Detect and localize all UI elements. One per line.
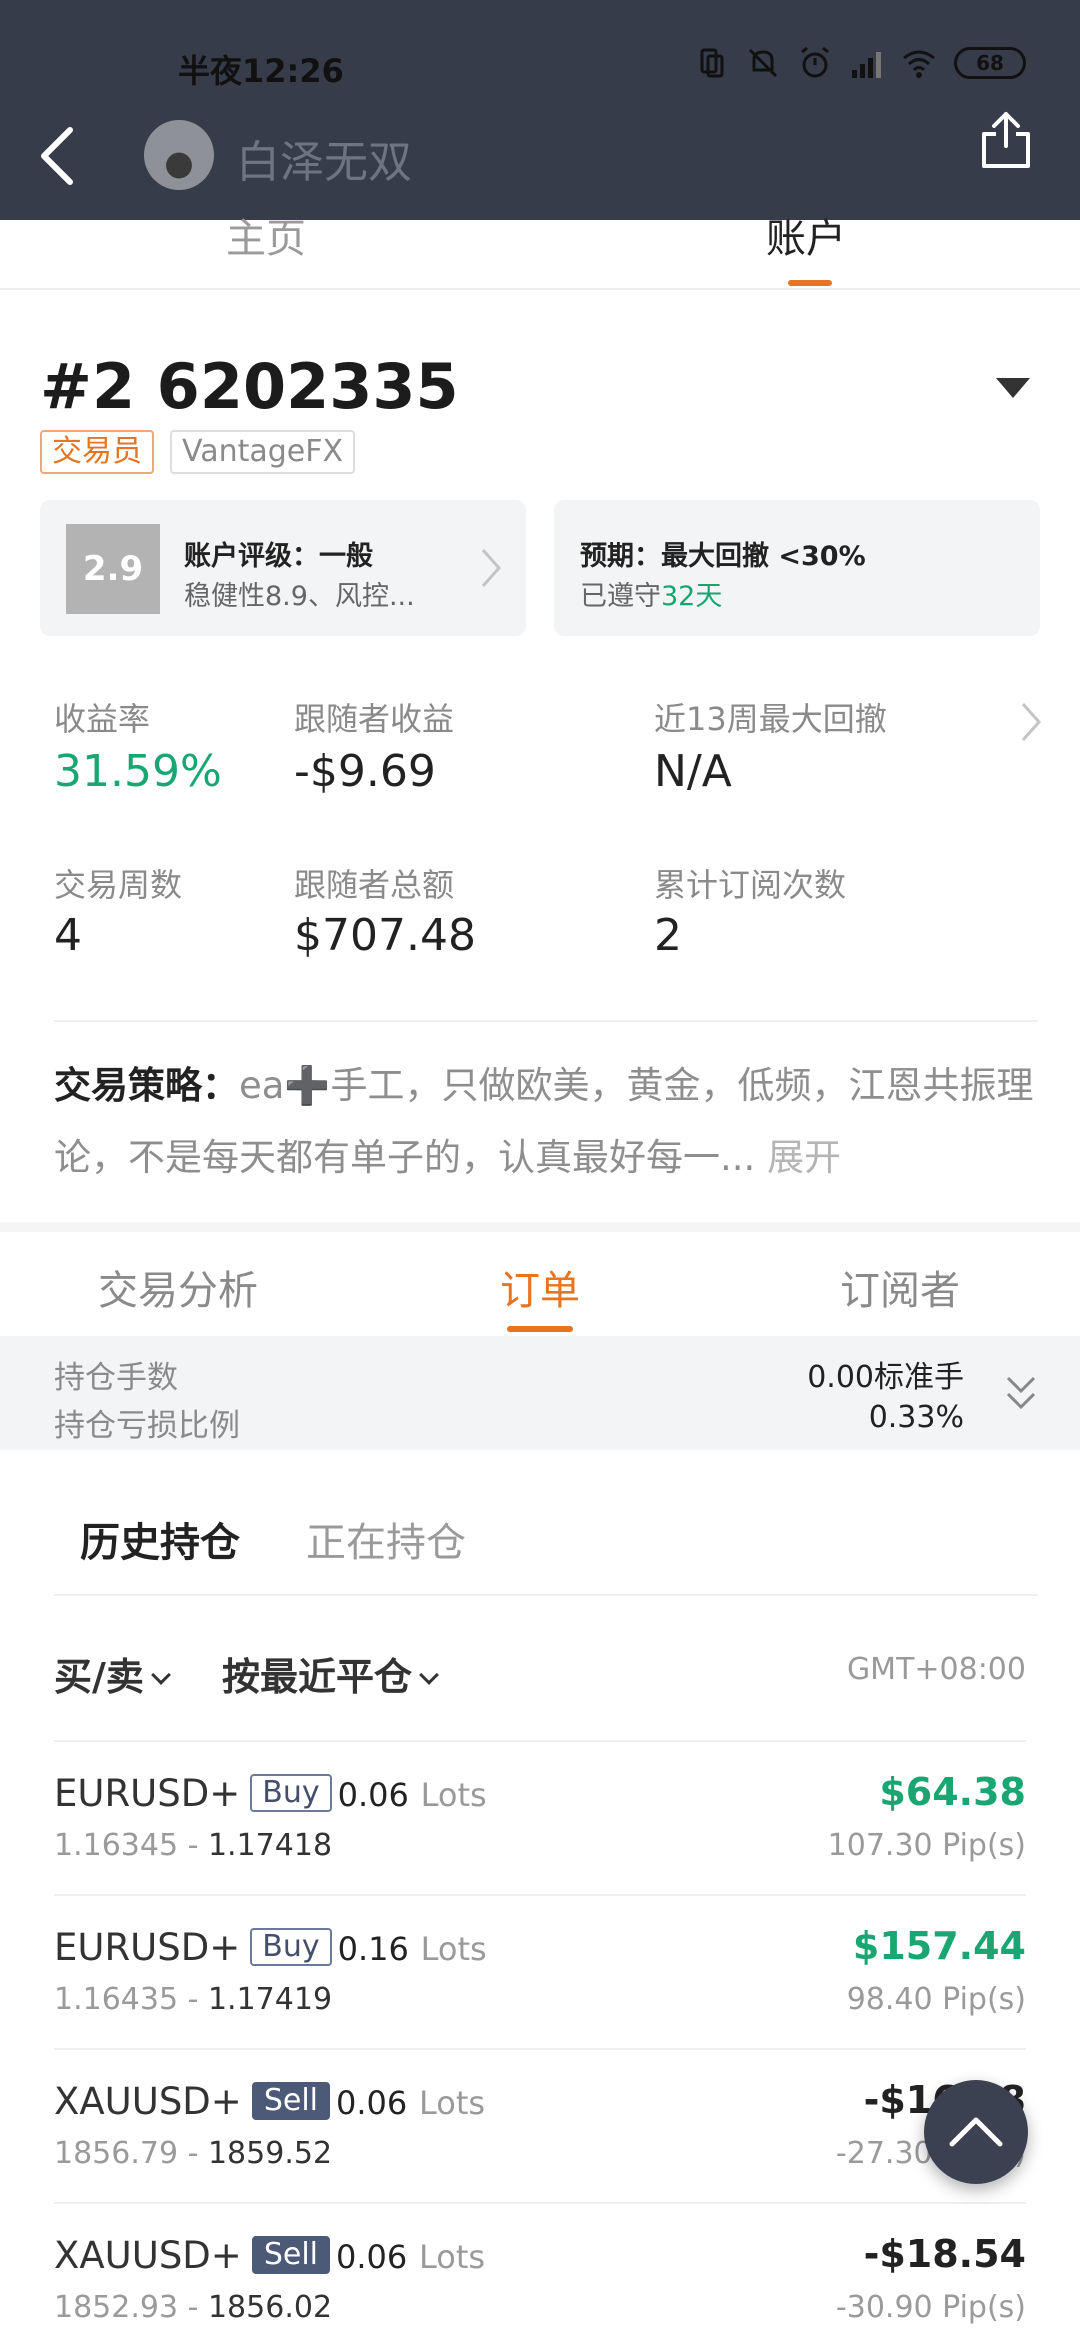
side-badge: Buy <box>250 1774 332 1812</box>
rating-score: 2.9 <box>66 524 160 614</box>
section-gap <box>0 1222 1080 1232</box>
order-symbol: XAUUSD+ <box>54 2234 242 2277</box>
tab-subscribers[interactable]: 订阅者 <box>840 1258 960 1316</box>
order-pips: 107.30 Pip(s) <box>827 1828 1026 1863</box>
lots-unit: Lots <box>420 1930 487 1968</box>
order-prices: 1856.79 - 1859.52 <box>54 2136 333 2171</box>
tab-indicator <box>788 280 832 286</box>
tab-account[interactable]: 账户 <box>766 206 846 264</box>
battery-icon: 68 <box>954 47 1026 79</box>
chevron-up-icon <box>949 2117 1003 2147</box>
share-button[interactable] <box>980 110 1032 170</box>
tab-indicator <box>507 1326 573 1332</box>
weeks-label: 交易周数 <box>54 866 183 904</box>
lots-unit: Lots <box>420 1776 487 1814</box>
tab-home[interactable]: 主页 <box>226 206 306 264</box>
username: 白泽无双 <box>236 137 412 188</box>
return-value: 31.59% <box>54 746 222 797</box>
double-chevron-down-icon[interactable] <box>1004 1372 1038 1416</box>
back-button[interactable] <box>36 124 80 188</box>
order-lots: 0.06 <box>335 2084 408 2122</box>
side-badge: Sell <box>251 2082 330 2120</box>
pl-ratio-value: 0.33% <box>868 1400 964 1435</box>
alarm-icon <box>801 46 829 78</box>
follower-total-label: 跟随者总额 <box>294 866 455 904</box>
divider <box>54 1020 1038 1022</box>
status-time: 半夜12:26 <box>178 52 344 90</box>
order-pips: -30.90 Pip(s) <box>835 2290 1026 2325</box>
timezone: GMT+08:00 <box>846 1652 1026 1687</box>
lots-label: 持仓手数 <box>54 1360 178 1396</box>
chevron-right-icon[interactable] <box>1018 700 1044 744</box>
mute-icon <box>748 48 778 78</box>
wifi-icon <box>903 50 935 78</box>
tab-history[interactable]: 历史持仓 <box>80 1510 240 1568</box>
order-prices: 1852.93 - 1856.02 <box>54 2290 333 2325</box>
order-lots: 0.06 <box>337 1776 409 1814</box>
app-header: 半夜12:26 68 白泽无双 <box>0 0 1080 220</box>
max-drawdown-label: 近13周最大回撤 <box>654 700 887 738</box>
order-prices: 1.16435 - 1.17419 <box>54 1982 333 2017</box>
follower-total-value: $707.48 <box>294 910 476 961</box>
order-row[interactable]: EURUSD+ Buy 0.16 Lots 1.16435 - 1.17419 $1… <box>54 1894 1026 2048</box>
order-lots: 0.06 <box>335 2238 408 2276</box>
signal-icon <box>852 52 881 78</box>
follower-profit-label: 跟随者收益 <box>294 700 455 738</box>
order-pnl: $64.38 <box>879 1770 1026 1814</box>
status-icons: 68 <box>694 46 1026 80</box>
order-row[interactable]: XAUUSD+ Sell 0.06 Lots 1856.79 - 1859.52 -… <box>54 2048 1026 2202</box>
lots-value: 0.00标准手 <box>807 1360 964 1395</box>
weeks-value: 4 <box>54 910 82 961</box>
sort-filter[interactable]: 按最近平仓 <box>222 1646 439 1701</box>
return-label: 收益率 <box>54 700 151 738</box>
follower-profit-value: -$9.69 <box>294 746 436 797</box>
order-symbol: EURUSD+ <box>54 1926 241 1969</box>
order-pnl: $157.44 <box>852 1924 1026 1968</box>
role-tag: 交易员 <box>40 430 154 474</box>
chevron-right-icon <box>481 549 502 587</box>
order-row[interactable]: EURUSD+ Buy 0.06 Lots 1.16345 - 1.17418 $6… <box>54 1740 1026 1894</box>
order-symbol: EURUSD+ <box>54 1772 241 1815</box>
subs-label: 累计订阅次数 <box>654 866 847 904</box>
chevron-down-icon <box>419 1665 439 1685</box>
avatar[interactable] <box>144 120 214 190</box>
strategy-label: 交易策略： <box>54 1064 239 1107</box>
tab-open-positions[interactable]: 正在持仓 <box>306 1510 466 1568</box>
order-lots: 0.16 <box>337 1930 409 1968</box>
broker-tag: VantageFX <box>170 430 356 474</box>
side-badge: Sell <box>251 2236 330 2274</box>
account-dropdown-icon[interactable] <box>996 378 1030 398</box>
scroll-top-button[interactable] <box>924 2080 1028 2184</box>
expectation-title: 预期：最大回撤 <30% <box>580 541 866 572</box>
order-pnl: -$18.54 <box>863 2232 1026 2276</box>
position-summary[interactable]: 持仓手数 0.00标准手 持仓亏损比例 0.33% <box>0 1336 1080 1450</box>
expectation-detail: 已遵守32天 <box>580 581 723 612</box>
expectation-card: 预期：最大回撤 <30% 已遵守32天 <box>554 500 1040 636</box>
order-row[interactable]: XAUUSD+ Sell 0.06 Lots 1852.93 - 1856.02 -… <box>54 2202 1026 2340</box>
strategy-text: 交易策略：ea➕手工，只做欧美，黄金，低频，江恩共振理论，不是每天都有单子的，认… <box>54 1050 1034 1194</box>
order-pips: 98.40 Pip(s) <box>846 1982 1026 2017</box>
tab-analysis[interactable]: 交易分析 <box>98 1258 258 1316</box>
lots-unit: Lots <box>419 2238 486 2276</box>
account-title: #2 6202335 <box>40 350 459 423</box>
side-filter[interactable]: 买/卖 <box>54 1646 171 1701</box>
top-tabs: 主页 账户 <box>0 216 1080 290</box>
side-badge: Buy <box>250 1928 332 1966</box>
pl-ratio-label: 持仓亏损比例 <box>54 1408 240 1444</box>
expand-link[interactable]: 展开 <box>767 1136 841 1179</box>
rating-detail: 稳健性8.9、风控... <box>184 581 415 612</box>
rating-card[interactable]: 2.9 账户评级：一般 稳健性8.9、风控... <box>40 500 526 636</box>
rating-title: 账户评级：一般 <box>184 541 373 572</box>
divider <box>54 1594 1038 1596</box>
lots-unit: Lots <box>419 2084 486 2122</box>
max-drawdown-value: N/A <box>654 746 732 797</box>
tab-orders[interactable]: 订单 <box>500 1258 580 1316</box>
chevron-down-icon <box>150 1665 171 1685</box>
order-prices: 1.16345 - 1.17418 <box>54 1828 333 1863</box>
subs-value: 2 <box>654 910 682 961</box>
order-symbol: XAUUSD+ <box>54 2080 242 2123</box>
vibrate-icon <box>700 48 724 78</box>
